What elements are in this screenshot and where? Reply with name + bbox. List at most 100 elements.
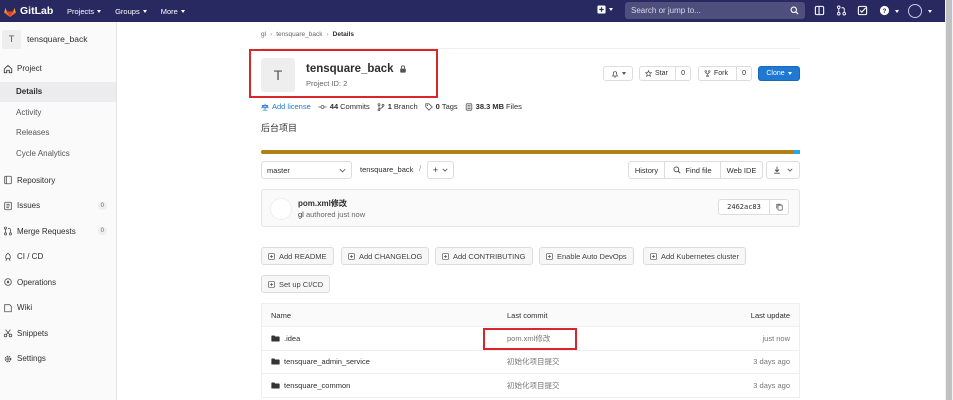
add-license-link[interactable]: Add license bbox=[261, 102, 311, 111]
sidebar-item-operations[interactable]: Operations bbox=[0, 270, 116, 296]
sidebar-project-name: tensquare_back bbox=[27, 34, 88, 44]
sidebar-item-merge-requests[interactable]: Merge Requests 0 bbox=[0, 219, 116, 245]
folder-icon bbox=[271, 358, 280, 365]
sidebar-project-header[interactable]: T tensquare_back bbox=[0, 22, 116, 56]
star-action[interactable]: Star bbox=[640, 70, 675, 77]
sidebar-item-label: Issues bbox=[17, 201, 41, 211]
gitlab-fox-icon bbox=[4, 7, 16, 17]
add-license-label: Add license bbox=[272, 102, 311, 111]
commit-author[interactable]: gl bbox=[298, 210, 304, 219]
breadcrumb-project[interactable]: tensquare_back bbox=[276, 31, 322, 38]
find-file-button[interactable]: Find file bbox=[665, 161, 721, 179]
commit-sha[interactable]: 2462ac83 bbox=[718, 199, 770, 215]
size-label: Files bbox=[506, 102, 522, 111]
plus-square-icon bbox=[348, 252, 355, 260]
new-dropdown[interactable] bbox=[597, 5, 613, 14]
scrollbar-thumb[interactable] bbox=[946, 0, 952, 400]
sidebar-item-label: Settings bbox=[17, 354, 46, 364]
file-name-cell[interactable]: .idea bbox=[271, 334, 300, 343]
copy-sha-button[interactable] bbox=[770, 199, 789, 215]
disk-icon bbox=[465, 102, 472, 111]
user-avatar[interactable] bbox=[908, 4, 922, 18]
merge-request-icon[interactable] bbox=[836, 5, 847, 16]
add-changelog-label: Add CHANGELOG bbox=[359, 251, 423, 261]
help-icon[interactable]: ? bbox=[879, 5, 890, 16]
commit-message[interactable]: pom.xml修改 bbox=[298, 198, 347, 209]
clone-button[interactable]: Clone bbox=[758, 66, 800, 81]
merge-request-icon bbox=[4, 226, 12, 236]
plus-square-icon bbox=[546, 252, 553, 260]
sidebar-item-project[interactable]: Project bbox=[0, 56, 116, 82]
file-name-cell[interactable]: tensquare_common bbox=[271, 381, 350, 390]
branch-selector[interactable]: master bbox=[261, 161, 352, 179]
enable-auto-devops-label: Enable Auto DevOps bbox=[557, 251, 627, 261]
file-last-update: just now bbox=[762, 333, 790, 343]
search-input[interactable]: Search or jump to... bbox=[625, 2, 805, 19]
branch-stat[interactable]: 1 Branch bbox=[377, 102, 418, 111]
add-readme-button[interactable]: Add README bbox=[261, 247, 334, 265]
breadcrumb: gl › tensquare_back › Details bbox=[261, 31, 354, 38]
plus-square-icon bbox=[650, 252, 657, 260]
add-kubernetes-cluster-button[interactable]: Add Kubernetes cluster bbox=[643, 247, 746, 265]
issues-count-badge: 0 bbox=[97, 201, 107, 210]
todo-panel-icon[interactable] bbox=[814, 5, 825, 16]
notification-button[interactable] bbox=[603, 66, 633, 81]
tags-count: 0 bbox=[435, 102, 440, 111]
sidebar-item-settings[interactable]: Settings bbox=[0, 346, 116, 372]
sidebar-sub-cycle-analytics[interactable]: Cycle Analytics bbox=[0, 143, 116, 164]
download-dropdown[interactable] bbox=[766, 161, 800, 179]
sidebar-sub-activity[interactable]: Activity bbox=[0, 102, 116, 123]
sidebar-item-label: Snippets bbox=[17, 328, 49, 338]
sidebar-sub-details[interactable]: Details bbox=[0, 81, 116, 102]
sidebar-item-wiki[interactable]: Wiki bbox=[0, 295, 116, 321]
table-row[interactable]: tensquare_common 初始化项目提交 3 days ago bbox=[261, 374, 800, 398]
sidebar-sub-releases[interactable]: Releases bbox=[0, 123, 116, 144]
menu-projects[interactable]: Projects bbox=[67, 6, 102, 16]
table-row[interactable]: tensquare_admin_service 初始化项目提交 3 days a… bbox=[261, 350, 800, 374]
sidebar-item-snippets[interactable]: Snippets bbox=[0, 321, 116, 347]
column-last-commit: Last commit bbox=[507, 310, 548, 320]
sidebar-item-label: Operations bbox=[17, 277, 57, 287]
add-to-tree-dropdown[interactable]: + bbox=[427, 161, 454, 179]
commit-author-avatar[interactable] bbox=[270, 198, 292, 220]
sidebar-item-issues[interactable]: Issues 0 bbox=[0, 193, 116, 219]
commits-label: Commits bbox=[340, 102, 370, 111]
fork-action[interactable]: Fork bbox=[699, 70, 736, 77]
web-ide-button[interactable]: Web IDE bbox=[721, 161, 763, 179]
gitlab-logo[interactable]: GitLab bbox=[4, 5, 60, 17]
breadcrumb-group[interactable]: gl bbox=[261, 31, 266, 38]
repo-path[interactable]: tensquare_back bbox=[360, 165, 413, 174]
branch-name: master bbox=[267, 165, 290, 175]
add-contributing-button[interactable]: Add CONTRIBUTING bbox=[435, 247, 533, 265]
fork-button[interactable]: Fork 0 bbox=[698, 66, 752, 81]
tag-icon bbox=[425, 102, 433, 111]
sidebar-item-ci-cd[interactable]: CI / CD bbox=[0, 244, 116, 270]
breadcrumb-current[interactable]: Details bbox=[333, 31, 354, 38]
file-last-commit[interactable]: 初始化项目提交 bbox=[507, 380, 560, 391]
menu-groups[interactable]: Groups bbox=[115, 7, 147, 16]
page-scrollbar[interactable] bbox=[945, 0, 953, 400]
cloud-gear-icon bbox=[4, 278, 12, 286]
tags-label: Tags bbox=[441, 102, 458, 111]
add-changelog-button[interactable]: Add CHANGELOG bbox=[341, 247, 430, 265]
set-up-ci-cd-button[interactable]: Set up CI/CD bbox=[261, 275, 331, 293]
menu-more[interactable]: More bbox=[161, 7, 185, 16]
sidebar-item-label: Wiki bbox=[17, 303, 33, 313]
chevron-down-icon bbox=[339, 168, 346, 172]
file-name-cell[interactable]: tensquare_admin_service bbox=[271, 357, 370, 366]
last-commit-panel: pom.xml修改 gl authored just now 2462ac83 bbox=[261, 189, 800, 227]
highlight-box-last-commit bbox=[483, 328, 577, 350]
history-button[interactable]: History bbox=[628, 161, 665, 179]
set-up-ci-cd-label: Set up CI/CD bbox=[279, 279, 324, 289]
file-last-commit[interactable]: 初始化项目提交 bbox=[507, 356, 560, 367]
branch-label: Branch bbox=[393, 102, 418, 111]
todo-check-icon[interactable] bbox=[857, 5, 868, 16]
size-stat[interactable]: 38.3 MB Files bbox=[465, 102, 522, 111]
enable-auto-devops-button[interactable]: Enable Auto DevOps bbox=[539, 247, 634, 265]
star-button[interactable]: Star 0 bbox=[639, 66, 691, 81]
commits-stat[interactable]: 44 Commits bbox=[318, 102, 370, 111]
menu-projects-label: Projects bbox=[67, 6, 95, 16]
sidebar-item-repository[interactable]: Repository bbox=[0, 168, 116, 194]
tags-stat[interactable]: 0 Tags bbox=[425, 102, 458, 111]
add-contributing-label: Add CONTRIBUTING bbox=[453, 251, 526, 261]
